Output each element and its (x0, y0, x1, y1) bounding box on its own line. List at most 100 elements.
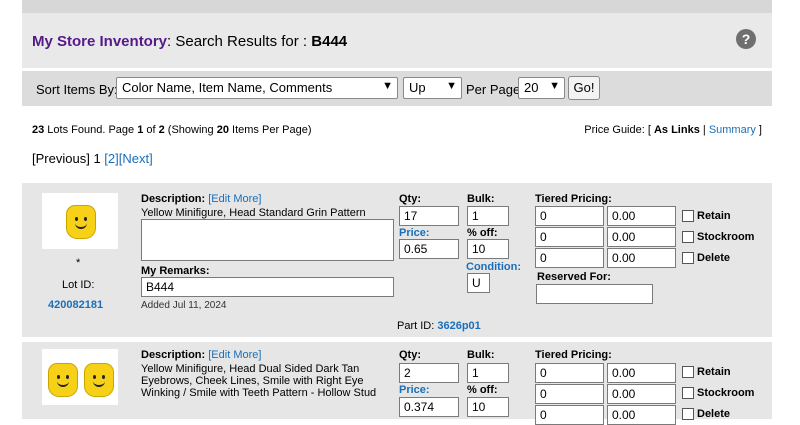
tier-price-input[interactable]: 0.00 (607, 227, 676, 247)
delete-checkbox[interactable] (682, 252, 694, 264)
stockroom-label: Stockroom (697, 231, 755, 243)
as-links-option[interactable]: As Links (654, 124, 700, 136)
percent-off-input[interactable]: 10 (467, 397, 509, 417)
price-input[interactable]: 0.374 (399, 397, 459, 417)
per-page-label: Per Page: (466, 82, 524, 97)
item-description: Yellow Minifigure, Head Standard Grin Pa… (141, 207, 366, 219)
reserved-for-input[interactable] (536, 284, 653, 304)
qty-input[interactable]: 17 (399, 206, 459, 226)
sort-select-value: Color Name, Item Name, Comments (122, 80, 333, 95)
minifig-head-icon (66, 205, 96, 239)
store-name-link[interactable]: My Store Inventory (32, 33, 167, 50)
help-icon[interactable]: ? (736, 29, 756, 49)
previous-page: [Previous] (32, 151, 90, 166)
bulk-input[interactable]: 1 (467, 206, 509, 226)
percent-off-label: % off: (467, 384, 498, 396)
description-textarea[interactable] (141, 219, 394, 261)
percent-off-label: % off: (467, 227, 498, 239)
lot-row: Description: [Edit More] Yellow Minifigu… (22, 342, 772, 425)
star-marker: * (76, 257, 81, 269)
tier-price-input[interactable]: 0.00 (607, 206, 676, 226)
go-button[interactable]: Go! (568, 76, 600, 100)
description-label: Description: [Edit More] (141, 349, 262, 361)
tiered-pricing-label: Tiered Pricing: (535, 349, 612, 361)
page-header: My Store Inventory: Search Results for :… (22, 13, 772, 68)
tier-qty-input[interactable]: 0 (535, 363, 604, 383)
current-page: 1 (93, 151, 101, 166)
price-guide: Price Guide: [ As Links | Summary ] (584, 124, 762, 136)
direction-select[interactable]: Up ▼ (403, 77, 462, 99)
delete-label: Delete (697, 408, 731, 420)
remarks-label: My Remarks: (141, 265, 210, 277)
eye (93, 375, 96, 379)
condition-input[interactable]: U (467, 273, 490, 293)
retain-label: Retain (697, 210, 731, 222)
retain-checkbox[interactable] (682, 210, 694, 222)
tier-qty-input[interactable]: 0 (535, 248, 604, 268)
sort-select[interactable]: Color Name, Item Name, Comments ▼ (116, 77, 398, 99)
results-prefix: : Search Results for : (167, 33, 312, 50)
part-id-link[interactable]: 3626p01 (437, 320, 480, 332)
lots-found-summary: 23 Lots Found. Page 1 of 2 (Showing 20 I… (32, 124, 312, 136)
item-image[interactable] (42, 349, 118, 405)
lot-id-link[interactable]: 420082181 (48, 299, 103, 311)
tier-price-input[interactable]: 0.00 (607, 363, 676, 383)
per-page-select[interactable]: 20 ▼ (518, 77, 565, 99)
inventory-page: My Store Inventory: Search Results for :… (22, 0, 772, 425)
tier-price-input[interactable]: 0.00 (607, 248, 676, 268)
reserved-for-label: Reserved For: (537, 271, 611, 283)
qty-label: Qty: (399, 193, 421, 205)
eye (66, 375, 69, 379)
remarks-input[interactable]: B444 (141, 277, 394, 297)
tier-price-input[interactable]: 0.00 (607, 405, 676, 425)
smile (75, 222, 87, 229)
item-image[interactable] (42, 193, 118, 249)
eye (102, 375, 105, 379)
stockroom-checkbox[interactable] (682, 387, 694, 399)
pagination: [Previous] 1 [2][Next] (32, 151, 153, 166)
percent-off-input[interactable]: 10 (467, 239, 509, 259)
price-input[interactable]: 0.65 (399, 239, 459, 259)
summary-link[interactable]: Summary (709, 124, 756, 136)
lot-id-label: Lot ID: (62, 279, 95, 291)
stockroom-label: Stockroom (697, 387, 755, 399)
smile (93, 380, 105, 387)
eye (57, 375, 60, 379)
direction-select-value: Up (409, 80, 426, 95)
tier-qty-input[interactable]: 0 (535, 227, 604, 247)
edit-more-link[interactable]: [Edit More] (208, 349, 261, 361)
tiered-pricing-label: Tiered Pricing: (535, 193, 612, 205)
part-id: Part ID: 3626p01 (397, 320, 481, 332)
bulk-label: Bulk: (467, 193, 495, 205)
next-page-link[interactable]: [Next] (119, 151, 153, 166)
added-date: Added Jul 11, 2024 (141, 300, 227, 311)
sort-bar: Sort Items By: Color Name, Item Name, Co… (22, 71, 772, 106)
page-2-link[interactable]: [2] (104, 151, 118, 166)
bulk-input[interactable]: 1 (467, 363, 509, 383)
top-bar (22, 0, 772, 13)
qty-input[interactable]: 2 (399, 363, 459, 383)
tier-qty-input[interactable]: 0 (535, 384, 604, 404)
search-query: B444 (311, 33, 348, 50)
item-description: Yellow Minifigure, Head Dual Sided Dark … (141, 363, 377, 399)
delete-label: Delete (697, 252, 731, 264)
stockroom-checkbox[interactable] (682, 231, 694, 243)
page-title: My Store Inventory: Search Results for :… (32, 33, 347, 50)
eye (84, 217, 87, 221)
retain-checkbox[interactable] (682, 366, 694, 378)
delete-checkbox[interactable] (682, 408, 694, 420)
tier-qty-input[interactable]: 0 (535, 206, 604, 226)
sort-label: Sort Items By: (36, 82, 118, 97)
chevron-down-icon: ▼ (446, 80, 457, 92)
tier-qty-input[interactable]: 0 (535, 405, 604, 425)
chevron-down-icon: ▼ (382, 80, 393, 92)
price-label[interactable]: Price: (399, 384, 430, 396)
tier-price-input[interactable]: 0.00 (607, 384, 676, 404)
qty-label: Qty: (399, 349, 421, 361)
smile (57, 380, 69, 387)
price-label[interactable]: Price: (399, 227, 430, 239)
condition-label[interactable]: Condition: (466, 261, 521, 273)
minifig-head-icon (84, 363, 114, 397)
retain-label: Retain (697, 366, 731, 378)
edit-more-link[interactable]: [Edit More] (208, 193, 261, 205)
